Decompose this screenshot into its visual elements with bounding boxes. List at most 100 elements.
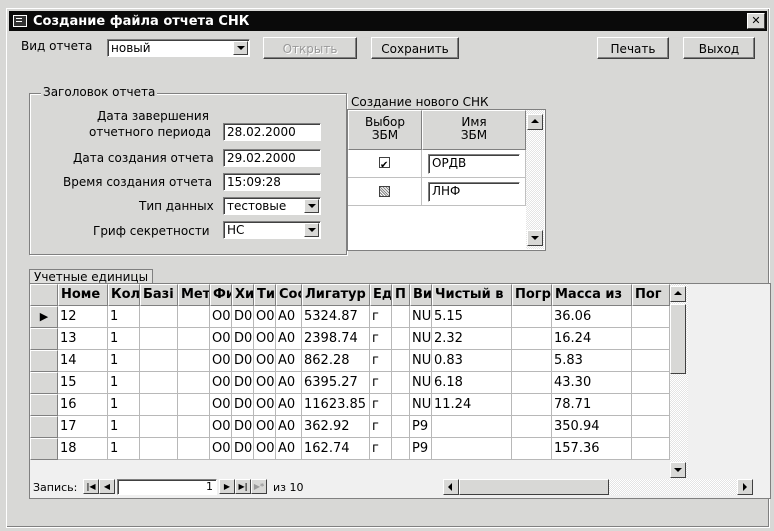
table-cell[interactable]	[140, 438, 178, 460]
units-tab[interactable]: Учетные единицы	[29, 269, 154, 284]
table-cell[interactable]: P9	[410, 438, 432, 460]
column-header[interactable]: Мет	[178, 284, 210, 306]
table-cell[interactable]: О0	[254, 438, 276, 460]
scroll-down-icon[interactable]	[670, 462, 686, 478]
chevron-down-icon[interactable]	[304, 223, 319, 237]
table-cell[interactable]	[178, 416, 210, 438]
table-cell[interactable]: О0	[254, 416, 276, 438]
table-cell[interactable]: О0	[254, 306, 276, 328]
first-record-button[interactable]: |◀	[83, 479, 99, 494]
table-cell[interactable]: О0	[254, 328, 276, 350]
table-cell[interactable]: г	[370, 416, 392, 438]
table-cell[interactable]	[632, 372, 670, 394]
table-cell[interactable]: 1	[108, 306, 140, 328]
table-cell[interactable]	[632, 416, 670, 438]
table-cell[interactable]	[392, 438, 410, 460]
table-cell[interactable]: NU	[410, 350, 432, 372]
table-cell[interactable]	[140, 416, 178, 438]
table-cell[interactable]	[392, 372, 410, 394]
close-button[interactable]: ✕	[747, 13, 765, 29]
scroll-thumb[interactable]	[670, 304, 686, 374]
table-cell[interactable]: P9	[410, 416, 432, 438]
table-cell[interactable]	[178, 328, 210, 350]
table-cell[interactable]: 350.94	[552, 416, 632, 438]
table-cell[interactable]	[140, 306, 178, 328]
chevron-down-icon[interactable]	[233, 41, 248, 55]
table-cell[interactable]: 1	[108, 350, 140, 372]
chevron-down-icon[interactable]	[304, 199, 319, 213]
table-cell[interactable]: 11.24	[432, 394, 512, 416]
table-cell[interactable]: 5324.87	[302, 306, 370, 328]
table-cell[interactable]: 36.06	[552, 306, 632, 328]
table-cell[interactable]	[512, 306, 552, 328]
table-cell[interactable]: г	[370, 350, 392, 372]
table-cell[interactable]: А0	[276, 416, 302, 438]
table-cell[interactable]: О0	[210, 306, 232, 328]
table-cell[interactable]: 1	[108, 416, 140, 438]
table-cell[interactable]	[178, 372, 210, 394]
grid-corner[interactable]	[30, 284, 58, 306]
table-cell[interactable]	[512, 372, 552, 394]
table-cell[interactable]: 2.32	[432, 328, 512, 350]
table-cell[interactable]: О0	[210, 416, 232, 438]
h-scroll-thumb[interactable]	[459, 479, 609, 495]
units-horizontal-scrollbar[interactable]	[443, 479, 753, 495]
row-selector[interactable]	[30, 394, 58, 416]
column-header[interactable]: Пог	[632, 284, 670, 306]
last-record-button[interactable]: ▶|	[235, 479, 251, 494]
next-record-button[interactable]: ▶	[219, 479, 235, 494]
table-cell[interactable]: NU	[410, 372, 432, 394]
zbm-name-field-2[interactable]: ЛНФ	[428, 182, 520, 202]
table-cell[interactable]	[632, 394, 670, 416]
table-cell[interactable]: 17	[58, 416, 108, 438]
table-cell[interactable]: 16.24	[552, 328, 632, 350]
table-cell[interactable]: NU	[410, 328, 432, 350]
row-selector[interactable]	[30, 350, 58, 372]
table-cell[interactable]: 6395.27	[302, 372, 370, 394]
column-header[interactable]: Ед	[370, 284, 392, 306]
checkbox-indeterminate[interactable]	[379, 186, 390, 197]
table-cell[interactable]: D0	[232, 416, 254, 438]
table-cell[interactable]	[512, 438, 552, 460]
table-cell[interactable]: А0	[276, 328, 302, 350]
period-end-field[interactable]: 28.02.2000	[223, 123, 321, 141]
table-cell[interactable]	[140, 372, 178, 394]
table-cell[interactable]	[178, 350, 210, 372]
table-cell[interactable]	[140, 328, 178, 350]
column-header[interactable]: Кол	[108, 284, 140, 306]
exit-button[interactable]: Выход	[683, 37, 755, 59]
table-cell[interactable]: О0	[254, 394, 276, 416]
column-header[interactable]: Тиі	[254, 284, 276, 306]
table-cell[interactable]: О0	[210, 394, 232, 416]
table-cell[interactable]: г	[370, 394, 392, 416]
print-button[interactable]: Печать	[597, 37, 669, 59]
table-cell[interactable]: D0	[232, 372, 254, 394]
table-cell[interactable]: D0	[232, 328, 254, 350]
table-cell[interactable]: О0	[210, 350, 232, 372]
table-cell[interactable]: 362.92	[302, 416, 370, 438]
units-vertical-scrollbar[interactable]	[670, 284, 688, 482]
table-cell[interactable]: D0	[232, 306, 254, 328]
table-cell[interactable]: D0	[232, 394, 254, 416]
scroll-up-icon[interactable]	[527, 114, 543, 130]
table-cell[interactable]: 1	[108, 394, 140, 416]
table-cell[interactable]: О0	[254, 350, 276, 372]
scroll-up-icon[interactable]	[670, 286, 686, 302]
table-cell[interactable]: NU	[410, 306, 432, 328]
column-header[interactable]: Погр	[512, 284, 552, 306]
table-cell[interactable]	[632, 438, 670, 460]
column-header[interactable]: Сос	[276, 284, 302, 306]
new-record-button[interactable]: ▶*	[251, 479, 267, 494]
column-header[interactable]: Базі	[140, 284, 178, 306]
table-cell[interactable]	[178, 306, 210, 328]
zbm-name-field-1[interactable]: ОРДВ	[428, 154, 520, 174]
table-cell[interactable]	[178, 394, 210, 416]
scroll-left-icon[interactable]	[443, 479, 459, 495]
table-cell[interactable]	[392, 328, 410, 350]
table-cell[interactable]	[392, 306, 410, 328]
scroll-down-icon[interactable]	[527, 230, 543, 246]
report-type-select[interactable]: новый	[107, 39, 250, 57]
table-cell[interactable]: 5.15	[432, 306, 512, 328]
record-number-field[interactable]: 1	[117, 479, 217, 495]
table-cell[interactable]: г	[370, 306, 392, 328]
